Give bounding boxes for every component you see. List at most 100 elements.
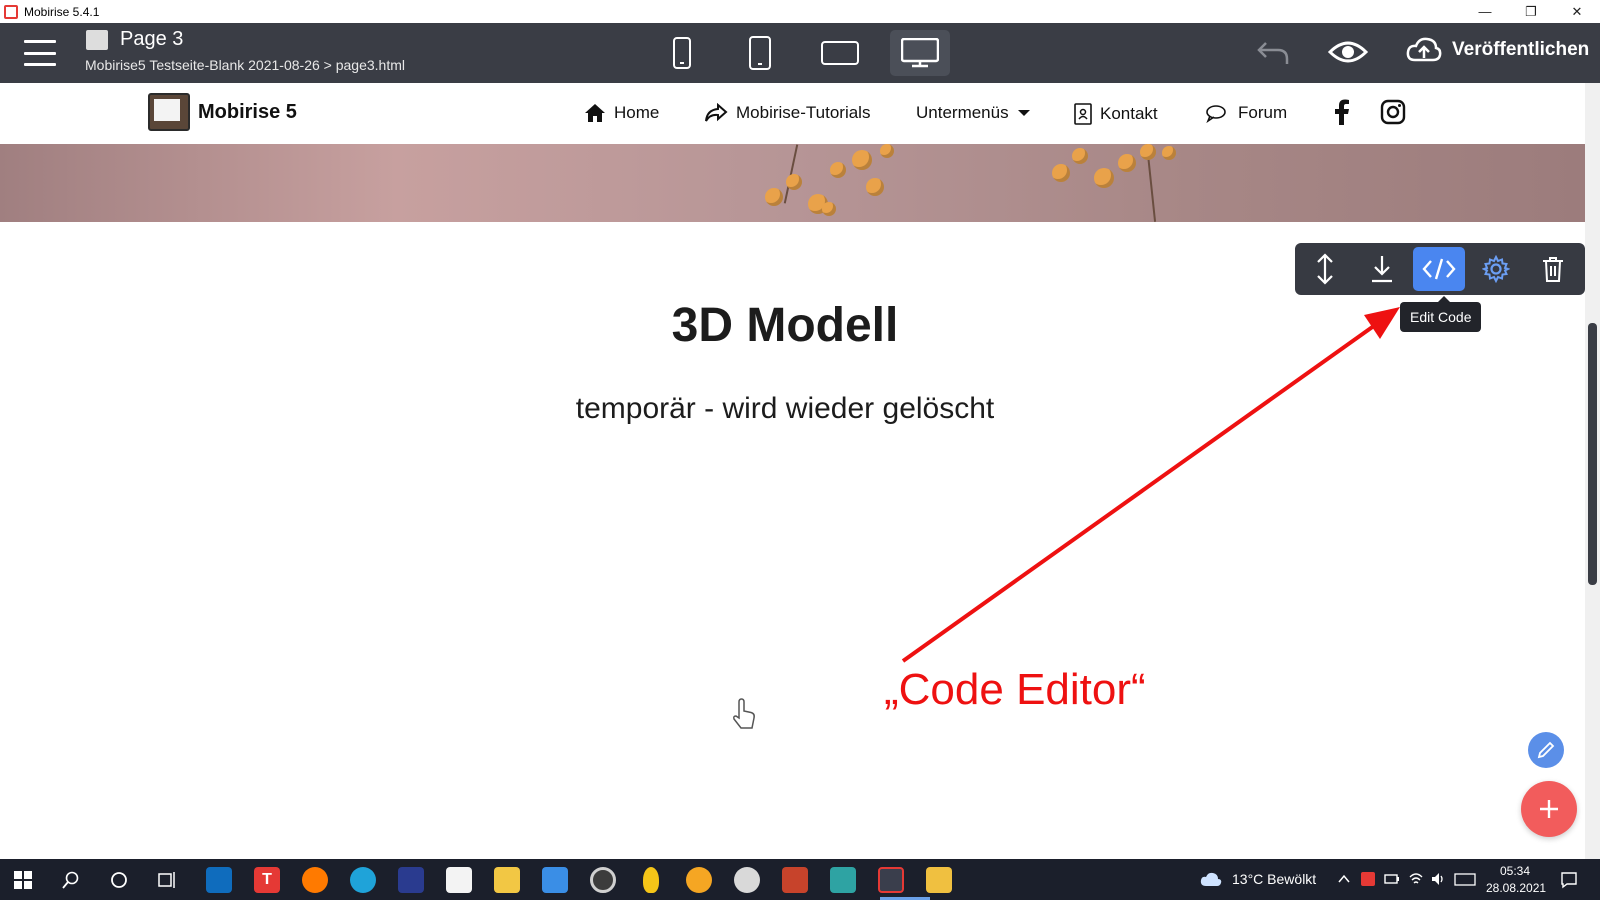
edit-code-button[interactable] bbox=[1413, 247, 1465, 291]
hand-cursor-icon bbox=[731, 697, 757, 736]
share-icon bbox=[705, 103, 728, 122]
nav-item-label: Untermenüs bbox=[916, 103, 1009, 122]
cortana-icon[interactable] bbox=[110, 871, 128, 889]
move-icon bbox=[1317, 253, 1333, 285]
annotation-label: „Code Editor“ bbox=[884, 665, 1146, 714]
add-block-button[interactable] bbox=[1521, 781, 1577, 837]
mail-icon[interactable] bbox=[542, 867, 568, 893]
nav-item-tutorials[interactable]: Mobirise-Tutorials bbox=[704, 103, 870, 123]
section-subtitle[interactable]: temporär - wird wieder gelöscht bbox=[0, 392, 1570, 426]
volume-icon[interactable] bbox=[1430, 871, 1446, 887]
tablet-icon bbox=[749, 36, 771, 70]
notification-icon[interactable] bbox=[1560, 871, 1578, 889]
weather-text[interactable]: 13°C Bewölkt bbox=[1232, 871, 1316, 887]
section-title[interactable]: 3D Modell bbox=[0, 298, 1570, 353]
facebook-icon bbox=[1335, 99, 1349, 125]
move-block-button[interactable] bbox=[1299, 247, 1351, 291]
battery-icon[interactable] bbox=[1384, 871, 1400, 887]
close-button[interactable]: ✕ bbox=[1554, 0, 1600, 23]
minimize-button[interactable]: — bbox=[1462, 0, 1508, 23]
edit-fab-button[interactable] bbox=[1528, 732, 1564, 768]
block-settings-button[interactable] bbox=[1470, 247, 1522, 291]
brand-logo bbox=[148, 93, 190, 131]
nav-item-home[interactable]: Home bbox=[584, 103, 659, 123]
facebook-link[interactable] bbox=[1334, 99, 1358, 125]
pencil-icon bbox=[1537, 741, 1555, 759]
page-path: Mobirise5 Testseite-Blank 2021-08-26 > p… bbox=[85, 57, 405, 73]
instagram-link[interactable] bbox=[1380, 99, 1414, 125]
tablet-landscape-icon bbox=[821, 41, 859, 65]
nav-item-label: Kontakt bbox=[1100, 104, 1158, 123]
windows-taskbar: T 13°C Bewölkt 05:34 28.08.2021 bbox=[0, 859, 1600, 900]
task-view-icon[interactable] bbox=[158, 871, 178, 889]
publish-button[interactable]: Veröffentlichen bbox=[1406, 35, 1589, 65]
keyboard-icon[interactable] bbox=[1454, 871, 1476, 887]
app-topbar: Page 3 Mobirise5 Testseite-Blank 2021-08… bbox=[0, 23, 1600, 83]
site-navbar: Mobirise 5 Home Mobirise-Tutorials Unter… bbox=[0, 83, 1585, 144]
app-icon bbox=[4, 4, 18, 19]
bulb-icon[interactable] bbox=[643, 867, 659, 893]
home-icon bbox=[585, 104, 605, 122]
nav-item-label: Forum bbox=[1238, 103, 1288, 122]
cloud-icon bbox=[1200, 872, 1222, 886]
restore-button[interactable]: ❐ bbox=[1508, 0, 1554, 23]
window-titlebar: Mobirise 5.4.1 — ❐ ✕ bbox=[0, 0, 1600, 23]
chevron-down-icon bbox=[1017, 110, 1030, 116]
phone-icon bbox=[673, 37, 691, 69]
undo-button[interactable] bbox=[1256, 37, 1290, 72]
scrollbar[interactable] bbox=[1585, 83, 1600, 859]
nav-item-submenus[interactable]: Untermenüs bbox=[916, 103, 1031, 123]
t-app-icon[interactable]: T bbox=[254, 867, 280, 893]
plus-icon bbox=[1540, 800, 1558, 818]
media-icon[interactable] bbox=[590, 867, 616, 893]
cloud-upload-icon bbox=[1406, 37, 1442, 62]
site-brand[interactable]: Mobirise 5 bbox=[148, 93, 297, 131]
mobirise-taskbar-icon[interactable] bbox=[878, 867, 904, 893]
edge-icon[interactable] bbox=[350, 867, 376, 893]
publish-label: Veröffentlichen bbox=[1452, 39, 1590, 60]
app2-icon[interactable] bbox=[830, 867, 856, 893]
eye-icon bbox=[1327, 41, 1369, 63]
preview-button[interactable] bbox=[1327, 37, 1369, 72]
nav-item-label: Home bbox=[614, 103, 660, 122]
delete-block-button[interactable] bbox=[1527, 247, 1579, 291]
paint-icon[interactable] bbox=[734, 867, 760, 893]
desktop-icon bbox=[901, 38, 939, 68]
folder-icon[interactable] bbox=[926, 867, 952, 893]
phone-view-button[interactable] bbox=[664, 30, 700, 76]
windows-start-icon[interactable] bbox=[14, 871, 32, 889]
tablet-landscape-view-button[interactable] bbox=[818, 30, 862, 76]
page-name[interactable]: Page 3 bbox=[120, 28, 183, 51]
code-icon bbox=[1422, 258, 1456, 280]
chevron-up-icon[interactable] bbox=[1336, 871, 1352, 887]
block-toolbar bbox=[1295, 243, 1585, 295]
save-block-button[interactable] bbox=[1356, 247, 1408, 291]
clock-time[interactable]: 05:34 bbox=[1500, 864, 1530, 878]
scrollbar-thumb[interactable] bbox=[1588, 323, 1597, 585]
weather-app-icon[interactable] bbox=[686, 867, 712, 893]
download-icon bbox=[1372, 256, 1392, 283]
hero-image bbox=[0, 144, 1585, 222]
chat-icon bbox=[1206, 105, 1226, 123]
tablet-portrait-view-button[interactable] bbox=[742, 30, 778, 76]
nav-item-contact[interactable]: Kontakt bbox=[1074, 103, 1158, 125]
nav-item-forum[interactable]: Forum bbox=[1206, 103, 1287, 123]
tool-icon[interactable] bbox=[782, 867, 808, 893]
desktop-view-button[interactable] bbox=[890, 30, 950, 76]
app-icon[interactable] bbox=[398, 867, 424, 893]
undo-icon bbox=[1257, 42, 1289, 64]
clock-date[interactable]: 28.08.2021 bbox=[1486, 881, 1546, 895]
pdf-tray-icon[interactable] bbox=[1360, 871, 1376, 887]
menu-icon[interactable] bbox=[24, 40, 56, 66]
store-icon[interactable] bbox=[446, 867, 472, 893]
firefox-icon[interactable] bbox=[302, 867, 328, 893]
notes-icon[interactable] bbox=[494, 867, 520, 893]
nav-item-label: Mobirise-Tutorials bbox=[736, 103, 871, 122]
outlook-icon[interactable] bbox=[206, 867, 232, 893]
wifi-icon[interactable] bbox=[1408, 871, 1424, 887]
tooltip: Edit Code bbox=[1400, 296, 1482, 332]
trash-icon bbox=[1543, 257, 1563, 282]
contact-icon bbox=[1074, 103, 1092, 125]
brand-name: Mobirise 5 bbox=[198, 100, 297, 123]
search-icon[interactable] bbox=[62, 871, 80, 889]
